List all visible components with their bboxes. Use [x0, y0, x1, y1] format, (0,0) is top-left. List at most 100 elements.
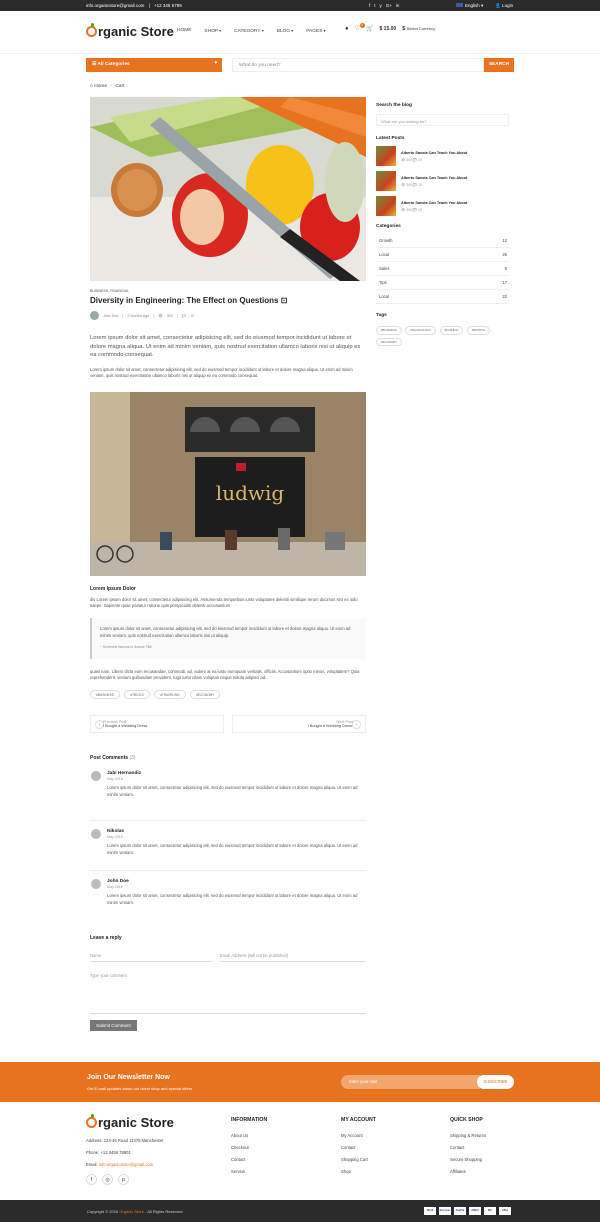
email-field[interactable]: Email Address (will not be published) [219, 950, 366, 963]
nav-shop[interactable]: SHOP [204, 28, 221, 34]
reply-heading: Leave a reply [90, 935, 122, 942]
footer: rganic Store Address: 123-45 Road 11378 … [0, 1102, 600, 1200]
top-phone[interactable]: +12 345 6789 [154, 3, 182, 8]
post-tag[interactable]: #TRICKS [124, 690, 150, 700]
nav-home[interactable]: HOME [177, 28, 191, 34]
search-input[interactable]: What do you need? [232, 58, 484, 72]
previous-post-link[interactable]: ‹ Previous Post I Bought a Wedding Dress… [90, 715, 224, 734]
footer-link[interactable]: Contact [341, 1145, 376, 1150]
pinterest-icon[interactable]: p [118, 1174, 129, 1185]
nav-pages[interactable]: PAGES [306, 28, 325, 34]
footer-link[interactable]: Contact [231, 1157, 267, 1162]
footer-link[interactable]: Shopping Cart [341, 1157, 376, 1162]
sidebar-tag[interactable]: #FASHION [439, 326, 464, 335]
post-author[interactable]: John Doe [103, 314, 118, 318]
latest-post-meta: 👁 300 💬 10 [401, 157, 422, 162]
sidebar-tag[interactable]: #SPORTS [466, 326, 490, 335]
nav-blog[interactable]: BLOG [277, 28, 293, 34]
category-item[interactable]: Local 22 [376, 290, 509, 304]
footer-logo[interactable]: rganic Store [86, 1114, 174, 1130]
footer-link[interactable]: About Us [231, 1133, 267, 1138]
comment: Jabi Hernandiz May 2016 Lorem ipsum dolo… [90, 771, 366, 822]
post-category[interactable]: BUSINESS, FINANCIAL [90, 289, 366, 293]
footer-social: f ◎ p [86, 1174, 174, 1185]
category-name: Tips [379, 280, 387, 285]
google-plus-icon[interactable]: G+ [386, 3, 392, 8]
category-name: Sales [379, 266, 390, 271]
breadcrumb-home[interactable]: Home [94, 84, 107, 89]
post-subheading: Lorem Ipsum Dolor [90, 585, 136, 592]
language-select[interactable]: English ▾ [456, 3, 483, 9]
footer-link[interactable]: Shipping & Returns [450, 1133, 486, 1138]
youtube-icon[interactable]: y [380, 3, 382, 8]
comment-text: Lorem ipsum dolor sit amet, consectetur … [107, 785, 358, 797]
latest-post[interactable]: Alberto Savoia Can Teach You About 👁 300 … [376, 196, 509, 216]
footer-link[interactable]: My Account [341, 1133, 376, 1138]
footer-link[interactable]: Secure Shopping [450, 1157, 486, 1162]
sidebar-tag[interactable]: #BUSINESS [376, 326, 402, 335]
logo-text: rganic Store [98, 24, 174, 39]
currency-label: Select Currency [406, 25, 436, 31]
orange-logo-icon [86, 1114, 97, 1128]
comment-date: May 2016 [107, 835, 123, 840]
wishlist-icon[interactable]: ♡ 2 [355, 23, 365, 32]
paypal-icon: PayPal [454, 1207, 466, 1215]
footer-email-label: Email: [86, 1162, 98, 1167]
latest-post[interactable]: Alberto Savoia Can Teach You About 👁 300 … [376, 171, 509, 191]
vegetables-illustration [90, 97, 366, 281]
search-button[interactable]: SEARCH [484, 58, 514, 72]
subscribe-button[interactable]: SUBSCRIBE [477, 1075, 514, 1089]
storefront-sign: ludwig [216, 481, 285, 505]
post-paragraph-2: div Lorem ipsum dolor sit amet, consecte… [90, 596, 358, 608]
nav-category[interactable]: CATEGORY [234, 28, 264, 34]
twitter-icon[interactable]: t [374, 3, 375, 8]
cart-amount[interactable]: $ 15.00 [380, 26, 397, 32]
post-title: Diversity in Engineering: The Effect on … [90, 296, 366, 305]
currency-select[interactable]: $ Select Currency [402, 26, 435, 32]
facebook-icon[interactable]: f [86, 1174, 97, 1185]
comment: Nikolas May 2016 Lorem ipsum dolor sit a… [90, 829, 366, 872]
linkedin-icon[interactable]: in [396, 3, 400, 8]
post-title-text: Diversity in Engineering: The Effect on … [90, 296, 279, 305]
top-email[interactable]: info.organicstore@gmail.com [86, 3, 144, 8]
latest-post[interactable]: Alberto Savoia Can Teach You About 👁 300 … [376, 146, 509, 166]
comment-text: Lorem ipsum dolor sit amet, consectetur … [107, 843, 358, 855]
category-item[interactable]: Local 26 [376, 248, 509, 262]
submit-comment-button[interactable]: Submit Comment [90, 1020, 137, 1032]
newsletter-email-input[interactable]: Enter your mail [341, 1075, 480, 1089]
category-item[interactable]: Tips 17 [376, 276, 509, 290]
footer-link[interactable]: Shop [341, 1169, 376, 1174]
facebook-icon[interactable]: f [369, 3, 370, 8]
category-item[interactable]: Growth 12 [376, 234, 509, 248]
login-link[interactable]: 👤 Login [495, 3, 513, 9]
cart-icon[interactable]: 🛒 [366, 25, 373, 32]
comment-field[interactable]: Type your comment [90, 970, 366, 1015]
footer-link[interactable]: Affiliates [450, 1169, 486, 1174]
latest-post-comments: 10 [418, 182, 422, 187]
bookmark-icon[interactable]: ⊡ [281, 296, 288, 305]
logo[interactable]: rganic Store [86, 23, 174, 39]
account-icon[interactable]: ● [345, 26, 349, 32]
comments-count: (3) [129, 755, 136, 762]
category-item[interactable]: Sales 8 [376, 262, 509, 276]
sidebar-tag[interactable]: #TECHNOLOGY [405, 326, 437, 335]
name-field[interactable]: Name [90, 950, 212, 963]
copyright-brand[interactable]: Organic Store [119, 1209, 144, 1214]
comment-icon: 💬 [181, 313, 187, 318]
post-quote: Lorem ipsum dolor sit amet, consectetur … [90, 618, 366, 659]
footer-email-link[interactable]: info.organicstore@gmail.com [99, 1162, 153, 1167]
orange-logo-icon [86, 23, 97, 37]
post-tag[interactable]: #BUSINESS [90, 690, 120, 700]
post-tag[interactable]: #TRAVELING [154, 690, 186, 700]
footer-link[interactable]: Contact [450, 1145, 486, 1150]
sidebar-tag[interactable]: #ECONOMY [376, 337, 403, 347]
instagram-icon[interactable]: ◎ [102, 1174, 113, 1185]
blog-search-input[interactable]: What are you looking for? [376, 114, 509, 126]
post-tag[interactable]: #ECONOMY [190, 690, 221, 700]
reply-fields: Name Email Address (will not be publishe… [90, 950, 366, 963]
all-categories-button[interactable]: ☰ All Categories ▾ [86, 58, 222, 72]
next-post-link[interactable]: › Next Post I Bought a Wedding Dress. [232, 715, 366, 734]
footer-link[interactable]: Servius [231, 1169, 267, 1174]
footer-link[interactable]: Checkout [231, 1145, 267, 1150]
post-lead: Lorem ipsum dolor sit amet, consectetur … [90, 335, 361, 359]
